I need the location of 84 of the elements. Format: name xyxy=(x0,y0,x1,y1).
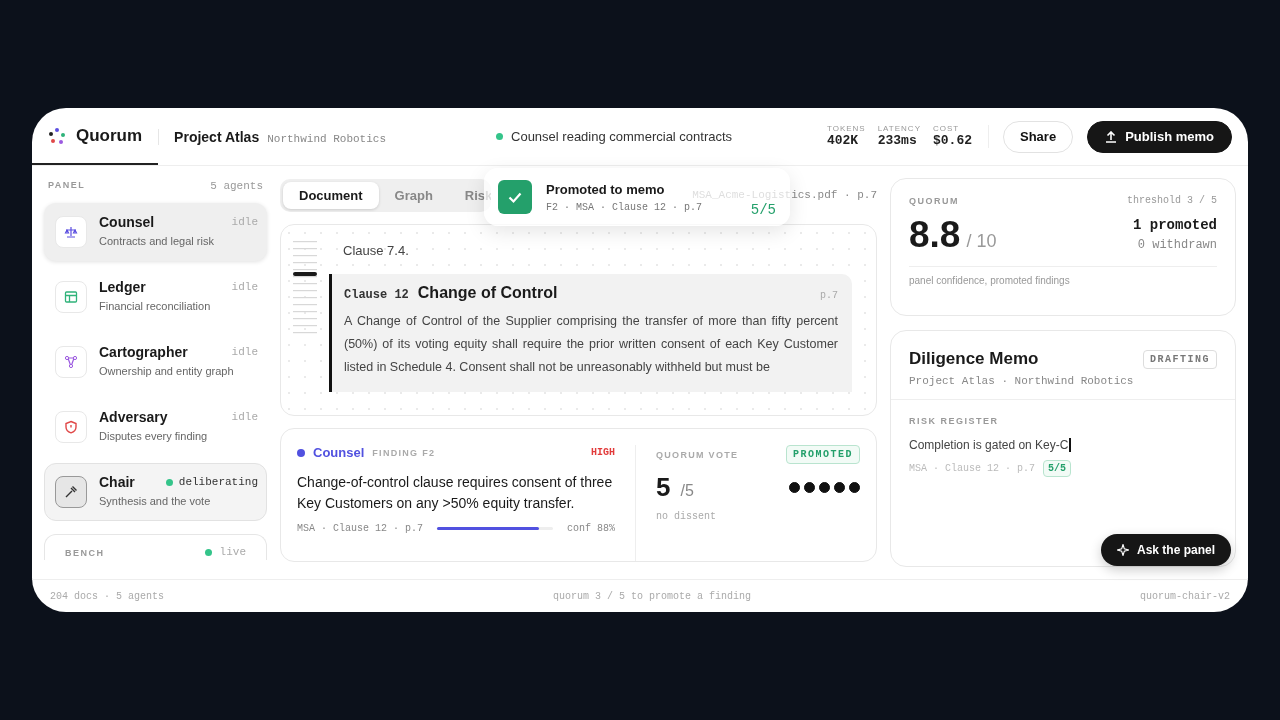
vote-badge: 5/5 xyxy=(1043,460,1072,477)
tab[interactable]: Document xyxy=(283,181,379,209)
agent-description: Financial reconciliation xyxy=(99,300,212,312)
metric-value: 233ms xyxy=(877,133,918,148)
finding-label: FINDING F2 xyxy=(372,447,436,458)
network-icon xyxy=(64,355,78,369)
agent-name: Adversary xyxy=(99,409,168,425)
project-name: Project Atlas xyxy=(174,128,260,145)
score-scale: / 10 xyxy=(966,231,997,252)
metric-label: LATENCY xyxy=(877,125,921,134)
memo-subtitle: Project Atlas · Northwind Robotics xyxy=(909,375,1135,387)
client-name: Northwind Robotics xyxy=(267,132,386,145)
bench-status: live xyxy=(219,546,246,558)
finding-text: Change-of-control clause requires consent of three Key Customers on any >50% equity transfer. xyxy=(297,473,614,513)
clause-title: Change of Control xyxy=(417,284,558,302)
agent-count: 5 agents xyxy=(210,180,263,192)
confidence-label: conf 88% xyxy=(567,523,615,534)
status-label: idle xyxy=(231,411,258,423)
vote-score: 5/5 xyxy=(750,202,776,218)
agent-description: Ownership and entity graph xyxy=(99,365,235,377)
agent-name: Chair xyxy=(99,474,135,490)
section-title: PANEL xyxy=(48,180,86,192)
footer-text: quorum-chair-v2 xyxy=(1140,590,1230,602)
status-badge: PROMOTED xyxy=(786,445,860,464)
metric-label: COST xyxy=(933,125,961,134)
footer-text: quorum 3 / 5 to promote a finding xyxy=(553,590,752,602)
logo-icon xyxy=(48,126,66,145)
vote-total: /5 xyxy=(680,482,694,499)
gavel-icon xyxy=(64,485,78,499)
agent-item[interactable]: Cartographer idle Ownership and entity graph xyxy=(44,333,267,391)
status-label: idle xyxy=(231,216,258,228)
vote-count: 5 xyxy=(656,472,671,502)
threshold-label: threshold 3 / 5 xyxy=(1127,195,1217,206)
share-button[interactable]: Share xyxy=(1003,120,1074,153)
agent-dot xyxy=(297,448,305,457)
ask-button[interactable]: Ask the panel xyxy=(1100,534,1231,566)
upload-icon xyxy=(1105,130,1118,143)
metric-value: $0.62 xyxy=(933,133,972,148)
agent-item[interactable]: Counsel idle Contracts and legal risk xyxy=(44,203,267,261)
agent-description: Disputes every finding xyxy=(99,430,209,442)
memo-title: Diligence Memo xyxy=(909,349,1039,369)
risk-entry: Completion is gated on Key-C xyxy=(909,438,1069,452)
withdrawn-count: 0 withdrawn xyxy=(1136,237,1217,254)
clause-number: Clause 12 xyxy=(344,288,409,302)
severity-label: HIGH xyxy=(591,447,615,458)
status-label: idle xyxy=(231,281,258,293)
clause-text: A Change of Control of the Supplier comprising the transfer of more than fifty percent (50%) of its voting equity shall require the prior written consent of each Key Customer listed in Schedule 4. Consent shall not be unreasonably withheld but must be xyxy=(344,313,838,376)
status-label: deliberating xyxy=(178,476,258,488)
sparkle-icon xyxy=(1116,544,1129,556)
source-label: MSA · Clause 12 · p.7 xyxy=(297,523,424,534)
footer-text: 204 docs · 5 agents xyxy=(50,590,165,602)
agent-item[interactable]: Ledger idle Financial reconciliation xyxy=(44,268,267,326)
metric-label: TOKENS xyxy=(826,125,866,134)
quorum-score: 8.8 xyxy=(909,214,961,256)
section-title: RISK REGISTER xyxy=(909,416,1000,426)
toast-meta: F2 · MSA · Clause 12 · p.7 xyxy=(546,201,704,213)
promoted-count: 1 promoted xyxy=(1133,216,1217,235)
status-label: idle xyxy=(231,346,258,358)
status-text: Counsel reading commercial contracts xyxy=(511,129,733,144)
agent-name: Counsel xyxy=(313,445,365,460)
metric-value: 402K xyxy=(826,133,860,148)
agent-name: Counsel xyxy=(99,214,155,230)
app-name: Quorum xyxy=(76,125,143,146)
table-icon xyxy=(64,290,78,304)
caption: panel confidence, promoted findings xyxy=(909,275,1071,286)
source-label: MSA · Clause 12 · p.7 xyxy=(909,463,1036,474)
clause-text: Clause 7.4. xyxy=(342,242,410,258)
agent-name: Ledger xyxy=(99,279,146,295)
agent-description: Contracts and legal risk xyxy=(99,235,215,247)
status-badge: DRAFTING xyxy=(1143,349,1217,369)
bench-title: BENCH xyxy=(65,548,105,558)
vote-note: no dissent xyxy=(656,511,717,522)
shield-icon xyxy=(64,420,78,434)
card-title: QUORUM xyxy=(909,195,959,206)
vote-title: QUORUM VOTE xyxy=(656,449,739,460)
check-icon xyxy=(498,180,532,214)
page-number: p.7 xyxy=(820,290,838,301)
agent-name: Cartographer xyxy=(99,344,188,360)
agent-item[interactable]: Adversary idle Disputes every finding xyxy=(44,398,267,456)
agent-item[interactable]: Chair deliberating Synthesis and the vote xyxy=(44,463,267,521)
status-dot xyxy=(165,478,173,486)
publish-button[interactable]: Publish memo xyxy=(1087,120,1232,153)
scales-icon xyxy=(64,225,78,239)
agent-description: Synthesis and the vote xyxy=(99,495,212,507)
